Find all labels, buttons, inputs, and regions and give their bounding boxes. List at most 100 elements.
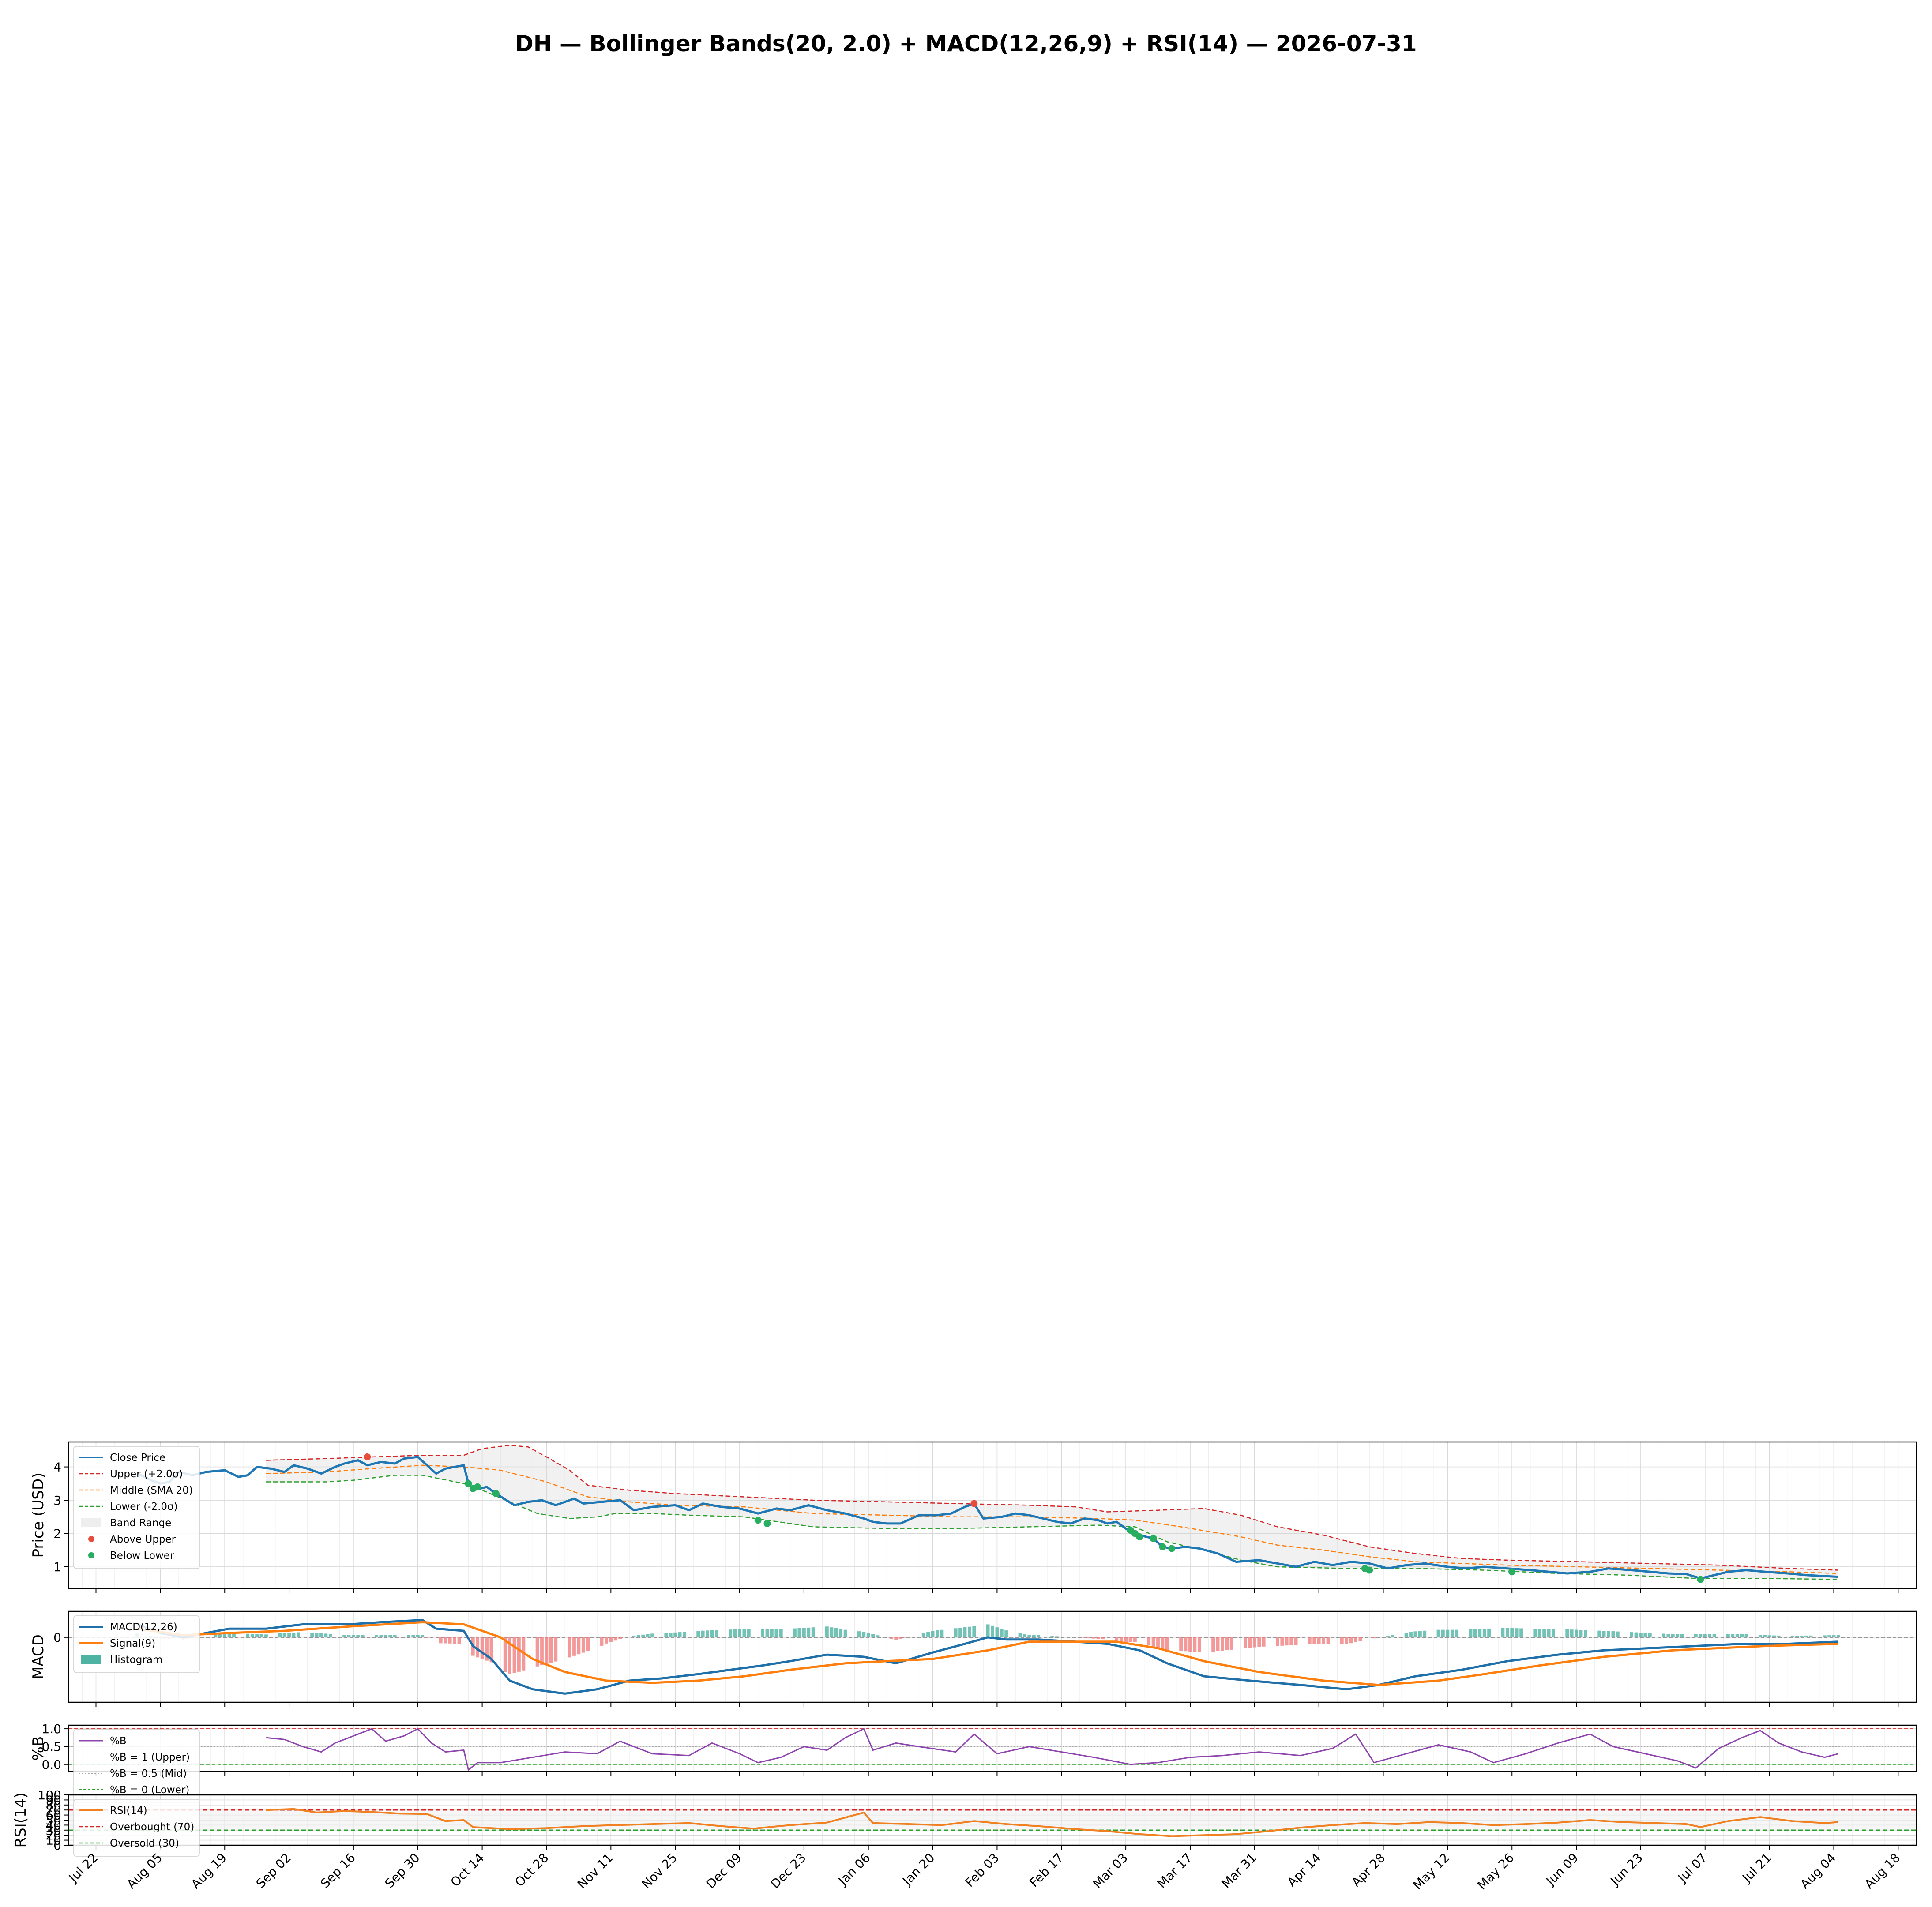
histogram-bar [1676, 1634, 1680, 1637]
histogram-bar [1317, 1637, 1321, 1644]
histogram-bar [1221, 1637, 1224, 1651]
histogram-bar [936, 1630, 939, 1637]
histogram-bar [1533, 1629, 1537, 1637]
histogram-bar [581, 1637, 585, 1653]
legend-label: Middle (SMA 20) [110, 1485, 193, 1496]
histogram-bar [1510, 1628, 1514, 1637]
x-tick-label: Aug 18 [1862, 1851, 1903, 1892]
histogram-bar [742, 1629, 746, 1637]
histogram-bar [1322, 1637, 1325, 1644]
histogram-bar [453, 1637, 456, 1644]
legend-label: Above Upper [110, 1534, 176, 1545]
histogram-bar [1740, 1634, 1744, 1637]
histogram-bar [811, 1627, 815, 1637]
histogram-bar [1147, 1637, 1151, 1645]
histogram-bar [568, 1637, 571, 1658]
histogram-bar [733, 1629, 737, 1637]
histogram-bar [1326, 1637, 1330, 1644]
histogram-bar [1225, 1637, 1229, 1650]
histogram-bar [1473, 1629, 1477, 1637]
histogram-bar [1777, 1635, 1781, 1637]
histogram-bar [1519, 1628, 1523, 1637]
histogram-bar [641, 1634, 645, 1637]
histogram-bar [572, 1637, 576, 1656]
histogram-bar [1648, 1633, 1652, 1637]
histogram-bar [1151, 1637, 1155, 1647]
histogram-bar [889, 1637, 893, 1639]
histogram-bar [1505, 1628, 1509, 1637]
below-lower-marker [1150, 1535, 1157, 1542]
histogram-bar [1584, 1630, 1587, 1637]
histogram-bar [1229, 1637, 1233, 1650]
histogram-bar [1280, 1637, 1284, 1646]
histogram-bar [871, 1634, 875, 1637]
y-tick-label: 3 [53, 1493, 61, 1508]
legend-swatch [88, 1552, 94, 1558]
histogram-bar [894, 1637, 898, 1640]
x-tick-label: May 26 [1474, 1851, 1517, 1893]
histogram-bar [1542, 1629, 1546, 1637]
histogram-bar [1423, 1630, 1427, 1637]
histogram-bar [646, 1634, 650, 1637]
histogram-bar [1565, 1629, 1569, 1637]
histogram-bar [421, 1635, 425, 1637]
histogram-bar [710, 1630, 714, 1637]
histogram-bar [1501, 1628, 1505, 1637]
histogram-bar [802, 1628, 806, 1637]
histogram-bar [1575, 1629, 1578, 1637]
histogram-bar [701, 1630, 705, 1637]
histogram-bar [1441, 1629, 1445, 1637]
histogram-bar [517, 1637, 521, 1672]
histogram-bar [1832, 1635, 1836, 1637]
histogram-bar [1092, 1637, 1096, 1639]
histogram-bar [986, 1624, 990, 1637]
histogram-bar [770, 1629, 774, 1637]
y-axis-label: RSI(14) [12, 1792, 30, 1847]
histogram-bar [825, 1626, 829, 1637]
legend-label: RSI(14) [110, 1805, 147, 1817]
histogram-bar [1244, 1637, 1247, 1648]
histogram-bar [1119, 1637, 1123, 1642]
histogram-bar [609, 1637, 613, 1642]
histogram-bar [1515, 1628, 1519, 1637]
histogram-bar [393, 1635, 397, 1637]
legend-label: Overbought (70) [110, 1821, 194, 1833]
histogram-bar [1758, 1635, 1762, 1637]
histogram-bar [1671, 1634, 1675, 1637]
x-tick-label: Dec 09 [703, 1851, 744, 1892]
histogram-bar [1744, 1634, 1748, 1637]
x-tick-label: Aug 04 [1797, 1851, 1838, 1892]
below-lower-marker [763, 1520, 771, 1527]
histogram-bar [1446, 1629, 1450, 1637]
histogram-bar [678, 1632, 682, 1637]
histogram-bar [388, 1635, 392, 1637]
histogram-bar [1193, 1637, 1197, 1652]
x-tick-label: Mar 31 [1219, 1851, 1259, 1891]
legend-label: Oversold (30) [110, 1838, 179, 1849]
x-tick-label: Sep 16 [318, 1851, 358, 1891]
histogram-bar [356, 1635, 360, 1637]
histogram-bar [1032, 1635, 1036, 1637]
histogram-bar [545, 1637, 549, 1664]
histogram-bar [729, 1629, 733, 1637]
x-tick-label: Mar 17 [1154, 1851, 1195, 1891]
histogram-bar [1662, 1633, 1665, 1637]
histogram-bar [1630, 1632, 1633, 1637]
histogram-bar [1248, 1637, 1252, 1648]
histogram-bar [1184, 1637, 1188, 1652]
histogram-bar [1731, 1634, 1735, 1637]
histogram-bar [1345, 1637, 1349, 1644]
histogram-bar [696, 1631, 700, 1637]
below-lower-marker [1168, 1545, 1176, 1552]
x-tick-label: Jun 23 [1607, 1851, 1646, 1889]
legend-swatch [88, 1536, 94, 1542]
histogram-bar [1666, 1634, 1670, 1637]
histogram-bar [1087, 1637, 1091, 1638]
rsi-neutral-zone [68, 1810, 1917, 1830]
histogram-bar [1639, 1633, 1643, 1637]
x-tick-label: Sep 02 [253, 1851, 294, 1891]
below-lower-marker [474, 1483, 481, 1490]
histogram-bar [765, 1629, 769, 1637]
histogram-bar [1487, 1628, 1491, 1637]
histogram-bar [958, 1628, 962, 1637]
